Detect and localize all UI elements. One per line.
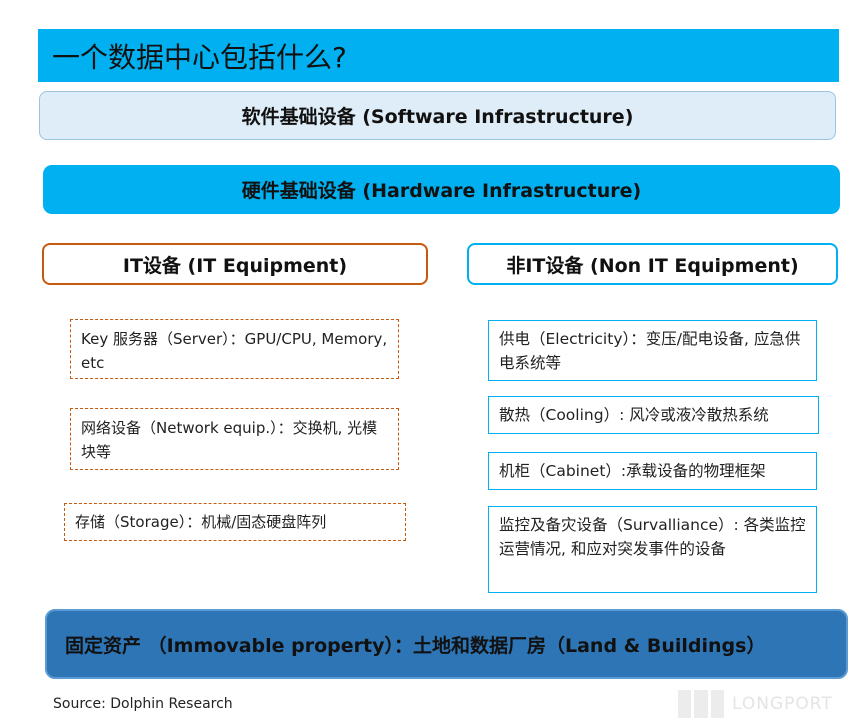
non-it-item-cabinet: 机柜（Cabinet）:承载设备的物理框架 bbox=[488, 452, 817, 490]
page-title: 一个数据中心包括什么? bbox=[38, 29, 839, 82]
watermark-text: LONGPORT bbox=[732, 694, 833, 714]
non-it-item-cooling: 散热（Cooling）: 风冷或液冷散热系统 bbox=[488, 396, 819, 434]
it-equipment-heading: IT设备 (IT Equipment) bbox=[42, 243, 428, 285]
non-it-item-electricity: 供电（Electricity）：变压/配电设备, 应急供电系统等 bbox=[488, 320, 817, 381]
software-infrastructure-box: 软件基础设备 (Software Infrastructure) bbox=[39, 91, 836, 140]
it-item-network: 网络设备（Network equip.）：交换机, 光模块等 bbox=[70, 408, 399, 470]
it-item-storage: 存储（Storage）：机械/固态硬盘阵列 bbox=[64, 503, 406, 541]
it-item-server: Key 服务器（Server）：GPU/CPU, Memory, etc bbox=[70, 319, 399, 379]
longport-watermark: LONGPORT bbox=[678, 688, 850, 720]
longport-logo-icon bbox=[678, 690, 724, 718]
source-note: Source: Dolphin Research bbox=[53, 696, 233, 712]
non-it-item-surveillance: 监控及备灾设备（Survalliance）: 各类监控运营情况, 和应对突发事件… bbox=[488, 506, 817, 593]
hardware-infrastructure-box: 硬件基础设备 (Hardware Infrastructure) bbox=[43, 165, 840, 214]
non-it-equipment-heading: 非IT设备 (Non IT Equipment) bbox=[467, 243, 838, 285]
immovable-property-box: 固定资产 （Immovable property）：土地和数据厂房（Land &… bbox=[45, 609, 848, 679]
